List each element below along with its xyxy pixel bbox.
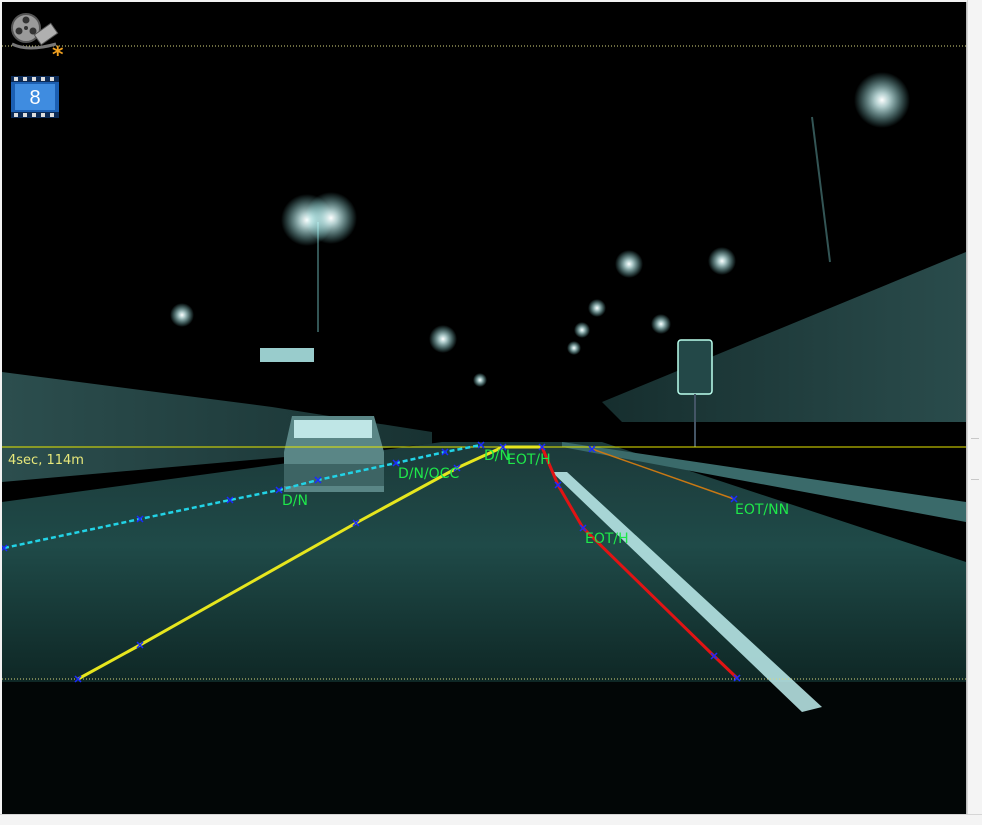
image-viewport[interactable]: * 8 4sec, 114m D/N D/N/OCC D/N EOT/H EOT… <box>2 2 967 814</box>
lane-label-eot-h[interactable]: EOT/H <box>585 531 629 547</box>
road-scene[interactable] <box>2 2 966 814</box>
exit-sign <box>677 339 713 395</box>
hood-shadow <box>2 682 966 814</box>
annotation-window: * 8 4sec, 114m D/N D/N/OCC D/N EOT/H EOT… <box>0 0 982 825</box>
lane-label-dn-left[interactable]: D/N <box>282 493 308 509</box>
lead-car <box>284 416 384 492</box>
lane-label-eot-h-top[interactable]: EOT/H <box>507 452 551 468</box>
vertical-scrollbar[interactable] <box>967 0 982 824</box>
horizon-caption: 4sec, 114m <box>8 453 84 468</box>
frame-number: 8 <box>29 87 40 109</box>
status-strip <box>0 814 982 825</box>
modified-marker: * <box>52 43 64 68</box>
lane-label-dn-occ[interactable]: D/N/OCC <box>398 466 459 482</box>
lane-label-eot-nn[interactable]: EOT/NN <box>735 502 789 518</box>
frame-counter-icon[interactable]: 8 <box>11 76 59 118</box>
scrollbar-grip[interactable] <box>971 438 979 480</box>
